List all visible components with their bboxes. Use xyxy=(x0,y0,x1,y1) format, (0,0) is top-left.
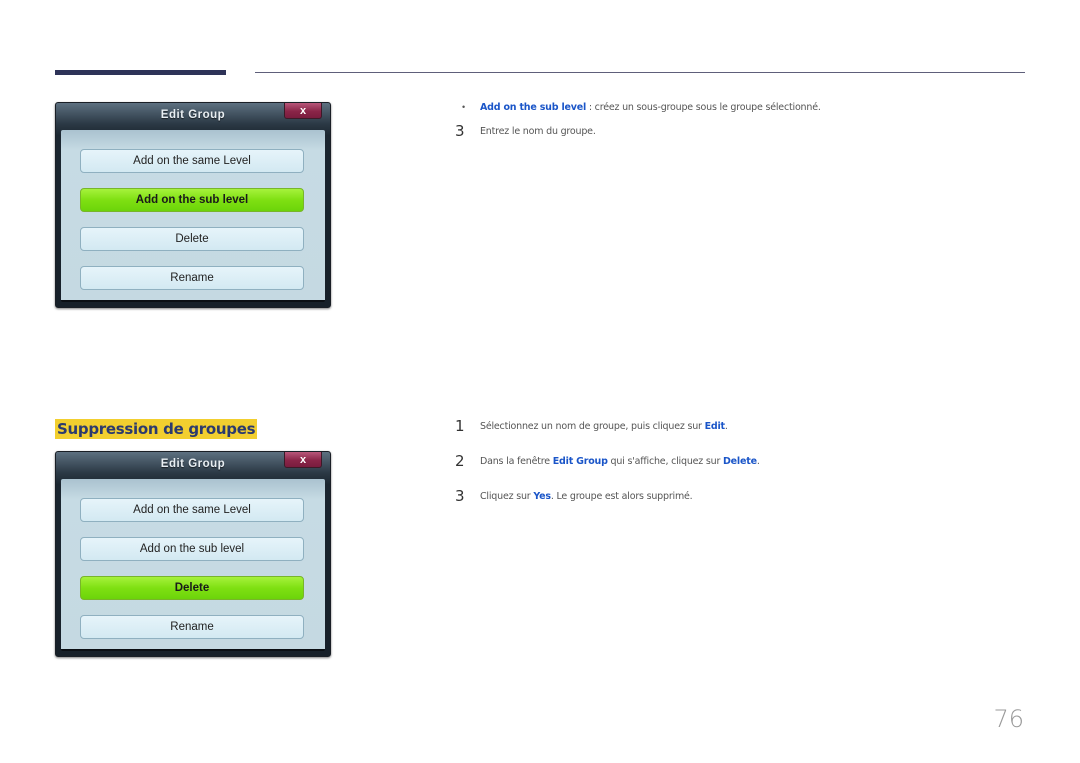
header-rule-thin xyxy=(255,72,1025,73)
step-number: 1 xyxy=(455,417,465,435)
step-text-part: . xyxy=(724,421,728,432)
close-button[interactable]: x xyxy=(284,452,322,468)
step-text-part: qui s'affiche, cliquez sur xyxy=(607,456,723,467)
step-text-part: Sélectionnez un nom de groupe, puis cliq… xyxy=(480,421,705,432)
rename-button[interactable]: Rename xyxy=(80,615,304,639)
bullet-marker: • xyxy=(462,102,466,112)
step-text: Cliquez sur Yes. Le groupe est alors sup… xyxy=(480,491,693,502)
add-same-level-button[interactable]: Add on the same Level xyxy=(80,498,304,522)
bullet-description: : créez un sous-groupe sous le groupe sé… xyxy=(586,102,821,113)
close-icon: x xyxy=(299,453,307,466)
close-button[interactable]: x xyxy=(284,103,322,119)
highlight-term: Yes xyxy=(533,491,551,502)
step-text-part: Cliquez sur xyxy=(480,491,534,502)
dialog-body: Add on the same Level Add on the sub lev… xyxy=(61,130,325,302)
section-heading: Suppression de groupes xyxy=(55,419,258,439)
step-text-part: . Le groupe est alors supprimé. xyxy=(550,491,693,502)
step-text: Sélectionnez un nom de groupe, puis cliq… xyxy=(480,421,728,432)
add-same-level-button[interactable]: Add on the same Level xyxy=(80,149,304,173)
highlight-term: Edit Group xyxy=(552,456,608,467)
header-rule-thick xyxy=(55,70,226,75)
step-text: Entrez le nom du groupe. xyxy=(480,126,596,137)
highlight-term: Add on the sub level xyxy=(480,102,587,113)
step-text-part: Dans la fenêtre xyxy=(480,456,553,467)
delete-button[interactable]: Delete xyxy=(80,227,304,251)
highlight-term: Delete xyxy=(723,456,757,467)
edit-group-dialog-delete: Edit Group x Add on the same Level Add o… xyxy=(55,451,331,657)
page-number: 76 xyxy=(993,705,1024,733)
close-icon: x xyxy=(299,104,307,117)
add-sub-level-button[interactable]: Add on the sub level xyxy=(80,188,304,212)
step-number: 3 xyxy=(455,122,465,140)
dialog-body: Add on the same Level Add on the sub lev… xyxy=(61,479,325,651)
step-text: Dans la fenêtre Edit Group qui s'affiche… xyxy=(480,456,760,467)
delete-button[interactable]: Delete xyxy=(80,576,304,600)
step-number: 3 xyxy=(455,487,465,505)
add-sub-level-button[interactable]: Add on the sub level xyxy=(80,537,304,561)
rename-button[interactable]: Rename xyxy=(80,266,304,290)
highlight-term: Edit xyxy=(704,421,725,432)
step-number: 2 xyxy=(455,452,465,470)
edit-group-dialog-sublevel: Edit Group x Add on the same Level Add o… xyxy=(55,102,331,308)
bullet-item-text: Add on the sub level : créez un sous-gro… xyxy=(480,102,821,113)
step-text-part: . xyxy=(756,456,760,467)
